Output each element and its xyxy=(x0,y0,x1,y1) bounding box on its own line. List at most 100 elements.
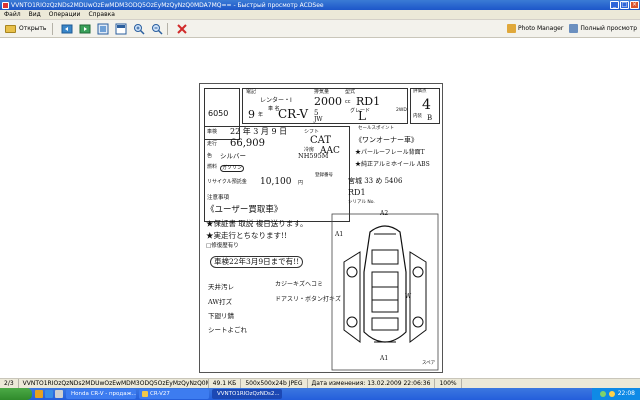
toolbar-separator xyxy=(167,22,169,35)
fuel-value: ガソリン xyxy=(220,165,245,172)
volume-icon[interactable] xyxy=(608,391,615,397)
task-folder-label: CR-V27 xyxy=(150,391,170,397)
menu-operations[interactable]: Операции xyxy=(45,11,85,18)
model-value: CR-V xyxy=(278,107,309,121)
menu-view[interactable]: Вид xyxy=(25,11,45,18)
task-folder[interactable]: CR-V27 xyxy=(139,389,209,399)
image-viewer[interactable]: 6050 電記 レンター・I 9 年 車 名 CR-V 排気量 2000 cc … xyxy=(0,38,640,378)
diagram-label-right: W xyxy=(405,293,412,300)
full-screen-icon xyxy=(115,23,127,34)
toolbar-separator xyxy=(52,22,54,35)
delete-x-icon xyxy=(177,23,188,34)
plate-label: 登録番号 xyxy=(315,173,333,178)
status-size: 49.1 КБ xyxy=(209,379,242,388)
lot-number: 6050 xyxy=(208,109,229,118)
photo-manager-button[interactable]: Photo Manager xyxy=(506,24,564,33)
taskbar: Honda CR-V - продаж... CR-V27 VVNTO1RIOz… xyxy=(0,388,640,400)
zoom-in-icon xyxy=(134,23,145,35)
serial-label: シリアル No. xyxy=(348,200,375,205)
status-index: 2/3 xyxy=(0,379,19,388)
zoom-out-button[interactable] xyxy=(150,22,164,36)
sales-point-2: ★パールーフレール背面T xyxy=(355,149,425,156)
cc-unit: cc xyxy=(345,99,351,105)
ac-label: 冷房 xyxy=(304,147,315,153)
menu-bar: Файл Вид Операции Справка xyxy=(0,10,640,20)
task-acdsee-label: VVNTO1RIOzQzNDs2... xyxy=(217,391,280,397)
minimize-button[interactable]: _ xyxy=(610,1,619,9)
delete-button[interactable] xyxy=(175,22,189,36)
interior-value: B xyxy=(427,114,433,122)
bottom-note-2: カジーキズヘコミ xyxy=(275,281,324,288)
ac-value: AAC xyxy=(320,146,340,156)
folder-task-icon xyxy=(142,391,148,397)
fit-image-button[interactable] xyxy=(96,22,110,36)
title-bar[interactable]: VVNTO1RIOzQzNDs2MDUwOzEwMDM3ODQ5OzEyMzQy… xyxy=(0,0,640,10)
zoom-out-icon xyxy=(152,23,163,35)
maximize-button[interactable]: □ xyxy=(620,1,629,9)
start-button[interactable] xyxy=(0,388,32,400)
body-value: JW xyxy=(314,116,323,123)
acdsee-app-icon xyxy=(2,1,9,9)
diagram-label-top: A2 xyxy=(380,210,389,217)
comment-4: □修復歴有り xyxy=(206,243,239,249)
window-controls: _ □ × xyxy=(610,1,639,9)
recycle-value: 10,100 xyxy=(260,177,292,187)
recycle-unit: 円 xyxy=(298,180,304,186)
year-unit: 年 xyxy=(258,112,264,118)
menu-file[interactable]: Файл xyxy=(0,11,25,18)
open-button[interactable]: Открыть xyxy=(2,22,49,36)
status-filename: VVNTO1RIOzQzNDs2MDUwOzEwMDM3ODQ5OzEyMzQy… xyxy=(19,379,209,388)
shift-value: CAT xyxy=(310,135,331,146)
inspection-value: 22 年 3 月 9 日 xyxy=(230,127,288,136)
full-screen-button[interactable] xyxy=(114,22,128,36)
plate-value: 宮城 33 め 5406 xyxy=(348,177,403,185)
sales-points-label: セールスポイント xyxy=(358,126,394,131)
grade-value: L xyxy=(358,109,366,123)
toolbar-right: Photo Manager Полный просмотр xyxy=(506,24,637,33)
sales-point-1: 《ワンオーナー車》 xyxy=(355,136,418,144)
diagram-label-left: A1 xyxy=(335,231,344,238)
drive-value: 2WD xyxy=(396,108,407,113)
spare-label: スペア xyxy=(422,361,436,366)
clock: 22:08 xyxy=(617,390,635,397)
quick-launch xyxy=(35,390,63,398)
full-view-label: Полный просмотр xyxy=(580,25,637,32)
comment-5: 車検22年3月9日まで有!! xyxy=(210,256,304,268)
next-image-button[interactable] xyxy=(78,22,92,36)
mileage-label: 走行 xyxy=(207,141,218,147)
recycle-label: リサイクル預託金 xyxy=(207,179,247,185)
score-value: 4 xyxy=(422,97,431,113)
fit-image-icon xyxy=(97,23,109,34)
full-view-button[interactable]: Полный просмотр xyxy=(569,24,637,33)
diagram-label-bottom: A1 xyxy=(380,355,389,362)
year-value: 9 xyxy=(248,108,255,121)
bottom-note-5: 下廻リ錆 xyxy=(208,312,234,320)
window-title: VVNTO1RIOzQzNDs2MDUwOzEwMDM3ODQ5OzEyMzQy… xyxy=(11,1,324,9)
fuel-label: 燃料 xyxy=(207,164,218,170)
inspection-label: 車検 xyxy=(207,129,218,135)
photo-manager-label: Photo Manager xyxy=(517,25,564,32)
task-browser[interactable]: Honda CR-V - продаж... xyxy=(66,389,136,399)
firefox-icon[interactable] xyxy=(35,390,43,398)
mileage-value: 66,909 xyxy=(230,138,265,149)
task-acdsee[interactable]: VVNTO1RIOzQzNDs2... xyxy=(212,389,282,399)
score-label: 評価点 xyxy=(413,89,427,94)
prev-image-icon xyxy=(61,24,73,33)
notes-label: 注意事項 xyxy=(207,195,230,201)
zoom-in-button[interactable] xyxy=(132,22,146,36)
task-browser-label: Honda CR-V - продаж... xyxy=(71,391,136,397)
system-tray: 22:08 xyxy=(591,388,640,400)
close-button[interactable]: × xyxy=(630,1,639,9)
car-damage-diagram xyxy=(331,213,439,371)
comment-1: 《ユーザー買取車》 xyxy=(206,205,283,215)
menu-help[interactable]: Справка xyxy=(84,11,118,18)
desktop-icon[interactable] xyxy=(55,390,63,398)
auction-sheet-image: 6050 電記 レンター・I 9 年 車 名 CR-V 排気量 2000 cc … xyxy=(199,83,443,373)
bottom-note-3: AW打ズ xyxy=(208,298,233,306)
interior-label: 内装 xyxy=(413,114,422,119)
prev-image-button[interactable] xyxy=(60,22,74,36)
color-label: 色 xyxy=(207,153,213,159)
ie-icon[interactable] xyxy=(45,390,53,398)
network-icon[interactable] xyxy=(599,391,606,397)
bottom-note-6: シートよごれ xyxy=(208,326,247,334)
